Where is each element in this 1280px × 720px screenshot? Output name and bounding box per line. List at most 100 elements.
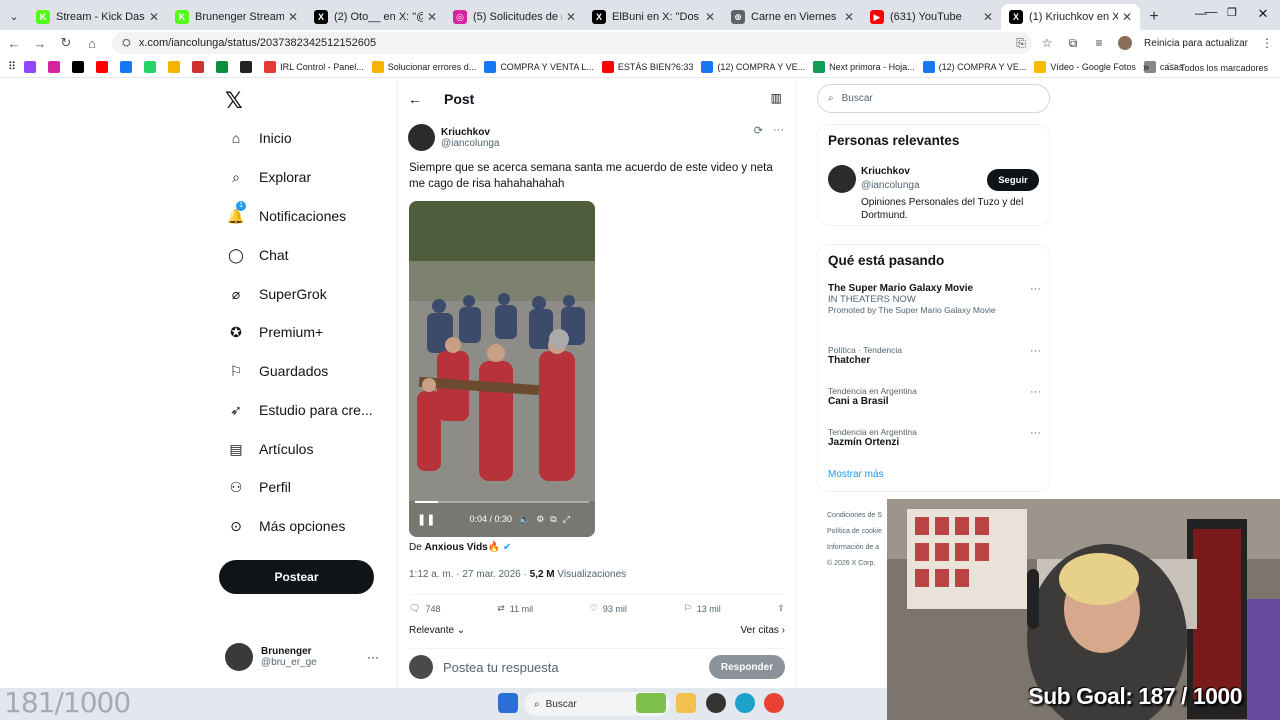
nav-item-chat[interactable]: ◯ Chat xyxy=(227,246,288,264)
footer-link[interactable]: © 2026 X Corp. xyxy=(827,556,882,572)
tab-close-icon[interactable]: ✕ xyxy=(705,10,715,24)
browser-tab[interactable]: ◎ (5) Solicitudes de mensaje ✕ xyxy=(445,4,584,30)
browser-tab[interactable]: ⊕ Carne en Viernes Santo ✕ xyxy=(723,4,862,30)
pip-icon[interactable]: ⧉ xyxy=(550,514,556,525)
reader-mode-icon[interactable]: ▥ xyxy=(771,91,782,105)
browser-tab[interactable]: X (2) Oto__ en X: "@brun ✕ xyxy=(306,4,445,30)
bookmark-item[interactable] xyxy=(240,60,256,73)
update-button[interactable]: Reinicia para actualizar xyxy=(1138,38,1254,49)
media-icon[interactable]: ≡ xyxy=(1086,36,1112,50)
extensions-icon[interactable]: ⧉ xyxy=(1060,36,1086,51)
bookmark-item[interactable] xyxy=(144,60,160,73)
tab-close-icon[interactable]: ✕ xyxy=(566,10,576,24)
x-logo-icon[interactable]: 𝕏 xyxy=(225,88,243,114)
bookmark-item[interactable]: Solucionar errores d... xyxy=(371,60,476,73)
home-page-icon[interactable]: ⌂ xyxy=(80,36,104,51)
tab-close-icon[interactable]: ✕ xyxy=(1122,10,1132,24)
bookmark-item[interactable] xyxy=(192,60,208,73)
bookmark-item[interactable]: (12) COMPRA Y VE... xyxy=(922,60,1026,73)
trend-item[interactable]: The Super Mario Galaxy Movie IN THEATERS … xyxy=(828,283,1043,315)
all-bookmarks-link[interactable]: Todos los marcadores xyxy=(1180,63,1268,73)
avatar[interactable] xyxy=(828,165,856,193)
fullscreen-icon[interactable]: ⤢ xyxy=(563,514,570,525)
start-icon[interactable] xyxy=(498,693,518,713)
tab-close-icon[interactable]: ✕ xyxy=(844,10,854,24)
footer-link[interactable]: Información de a xyxy=(827,540,882,556)
nav-item-perfil[interactable]: ⚇ Perfil xyxy=(227,478,291,496)
bookmark-item[interactable] xyxy=(120,60,136,73)
bookmark-item[interactable]: ESTÁS BIEN?6:33 xyxy=(601,60,693,73)
new-tab-button[interactable]: + xyxy=(1140,4,1168,30)
edge-icon[interactable] xyxy=(735,693,755,713)
file-explorer-icon[interactable] xyxy=(676,693,696,713)
browser-tab[interactable]: ▶ (631) YouTube ✕ xyxy=(862,4,1001,30)
settings-icon[interactable]: ⚙ xyxy=(536,514,544,525)
nav-item-estudio-para-cre[interactable]: ➶ Estudio para cre... xyxy=(227,401,373,419)
bookmark-item[interactable] xyxy=(48,60,64,73)
browser-tab[interactable]: K Brunenger Stream - Watc ✕ xyxy=(167,4,306,30)
trend-item[interactable]: Tendencia en Argentina Jazmín Ortenzi ··· xyxy=(828,427,1043,448)
trend-more-icon[interactable]: ··· xyxy=(1030,427,1041,439)
apps-grid-icon[interactable]: ⠿ xyxy=(8,60,16,73)
bookmark-item[interactable] xyxy=(24,60,40,73)
chrome-icon[interactable] xyxy=(764,693,784,713)
author-handle[interactable]: @iancolunga xyxy=(441,138,500,149)
author-name[interactable]: Kriuchkov xyxy=(441,127,500,138)
trend-item[interactable]: Tendencia en Argentina Cani a Brasil ··· xyxy=(828,386,1043,407)
maximize-button[interactable]: ❐ xyxy=(1216,6,1248,22)
footer-link[interactable]: Condiciones de S xyxy=(827,508,882,524)
trend-more-icon[interactable]: ··· xyxy=(1030,345,1041,357)
more-bookmarks-icon[interactable]: » xyxy=(1143,62,1149,74)
relevant-name[interactable]: Kriuchkov xyxy=(861,166,910,177)
reload-icon[interactable]: ↻ xyxy=(54,35,78,51)
trend-more-icon[interactable]: ··· xyxy=(1030,283,1041,295)
nav-item-supergrok[interactable]: ⌀ SuperGrok xyxy=(227,285,327,303)
account-switcher[interactable]: Brunenger @bru_er_ge ··· xyxy=(225,640,385,674)
browser-tab[interactable]: X (1) Kriuchkov en X: "Siem ✕ xyxy=(1001,4,1140,30)
show-more-link[interactable]: Mostrar más xyxy=(828,469,884,480)
view-quotes-link[interactable]: Ver citas › xyxy=(741,625,785,636)
back-icon[interactable]: ← xyxy=(2,36,26,51)
trend-more-icon[interactable]: ··· xyxy=(1030,386,1041,398)
bookmark-item[interactable]: COMPRA Y VENTA L... xyxy=(484,60,594,73)
tab-list-chevron-icon[interactable]: ⌄ xyxy=(0,2,28,30)
url-bar[interactable]: ⛭ x.com/iancolunga/status/20373823425121… xyxy=(112,32,1032,54)
tab-close-icon[interactable]: ✕ xyxy=(149,10,159,24)
video-player[interactable]: ❚❚ 0:04 / 0:30 🔈 ⚙ ⧉ ⤢ xyxy=(409,201,595,537)
profile-avatar[interactable] xyxy=(1118,36,1133,50)
tab-close-icon[interactable]: ✕ xyxy=(288,10,298,24)
pause-icon[interactable]: ❚❚ xyxy=(417,513,435,526)
forward-icon[interactable]: → xyxy=(28,36,52,51)
reply-action[interactable]: 🗨 748 xyxy=(409,603,440,614)
post-button[interactable]: Postear xyxy=(219,560,374,594)
footer-link[interactable]: Política de cookie xyxy=(827,524,882,540)
browser-tab[interactable]: X ElBuni en X: "Dos chorros ✕ xyxy=(584,4,723,30)
close-window-button[interactable]: ✕ xyxy=(1248,6,1278,22)
bookmark-item[interactable]: IRL Control - Panel... xyxy=(264,60,364,73)
bookmark-item[interactable] xyxy=(96,60,112,73)
tab-close-icon[interactable]: ✕ xyxy=(983,10,993,24)
nav-item-inicio[interactable]: ⌂ Inicio xyxy=(227,129,292,147)
like-action[interactable]: ♡ 93 mil xyxy=(590,603,627,614)
bookmark-item[interactable] xyxy=(168,60,184,73)
avatar[interactable] xyxy=(408,124,435,151)
widget-icon[interactable] xyxy=(636,693,666,713)
repost-action[interactable]: ⇄ 11 mil xyxy=(497,603,533,614)
nav-item-artículos[interactable]: ▤ Artículos xyxy=(227,440,313,458)
minimize-button[interactable]: — xyxy=(1186,6,1216,22)
post-more-icon[interactable]: ··· xyxy=(773,124,784,137)
share-action[interactable]: ⇪ xyxy=(777,603,785,614)
bookmark-item[interactable]: Next primora - Hoja... xyxy=(813,60,915,73)
bookmark-item[interactable]: Vídeo - Google Fotos xyxy=(1034,60,1136,73)
star-icon[interactable]: ☆ xyxy=(1034,36,1060,50)
nav-item-premium[interactable]: ✪ Premium+ xyxy=(227,323,323,341)
source-name[interactable]: Anxious Vids🔥 xyxy=(425,542,501,553)
bookmark-item[interactable] xyxy=(72,60,88,73)
post-timestamp[interactable]: 1:12 a. m. · 27 mar. 2026 · xyxy=(409,569,527,580)
relevant-handle[interactable]: @iancolunga xyxy=(861,180,920,191)
more-icon[interactable]: ··· xyxy=(367,650,379,664)
search-input[interactable]: ⌕ Buscar xyxy=(817,84,1050,113)
browser-tab[interactable]: K Stream - Kick Dashboard ✕ xyxy=(28,4,167,30)
menu-dots-icon[interactable]: ⋮ xyxy=(1254,36,1280,50)
bookmark-action[interactable]: ⚐ 13 mil xyxy=(684,603,721,614)
